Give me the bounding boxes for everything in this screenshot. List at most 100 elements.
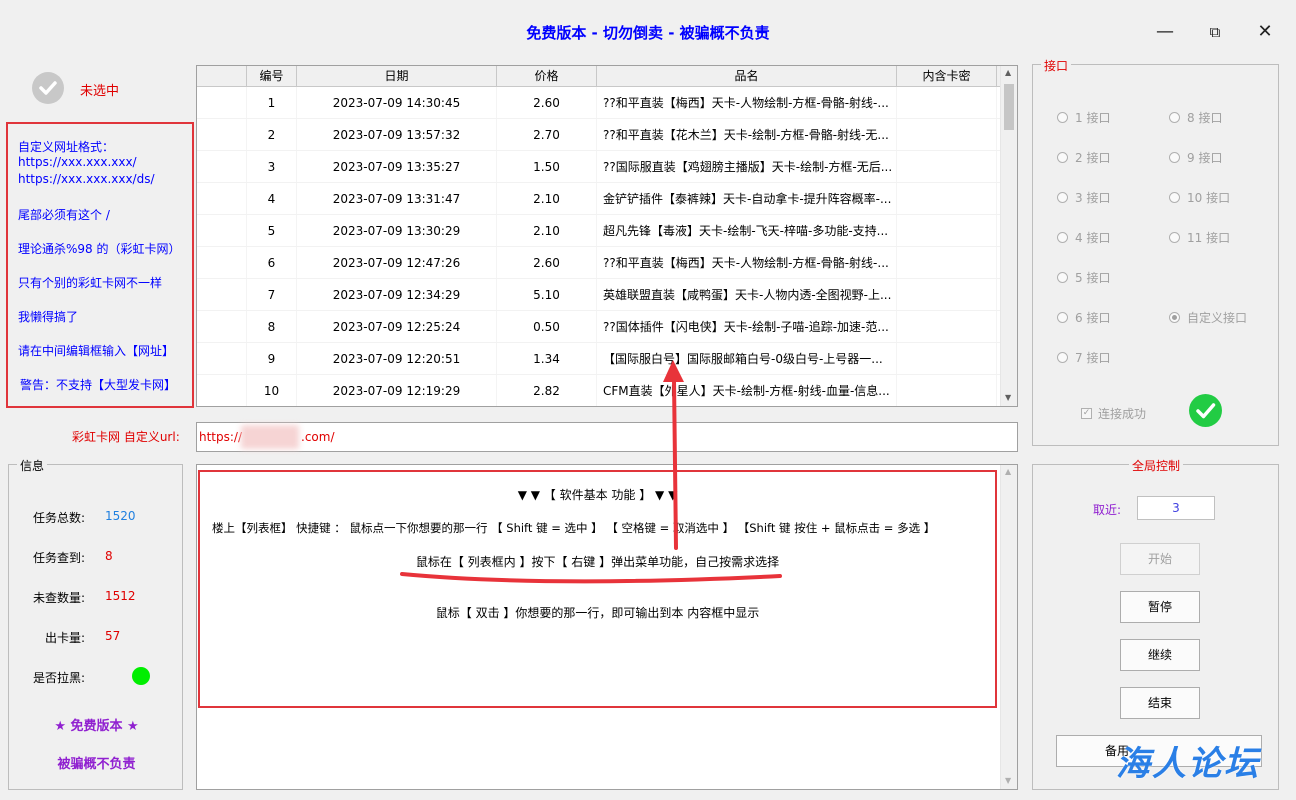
- table-row[interactable]: 2 2023-07-09 13:57:32 2.70 ??和平直装【花木兰】天卡-绘制…: [197, 119, 1017, 151]
- row-id: 3: [247, 151, 297, 182]
- row-card-secret: [897, 183, 997, 214]
- interface-radio-label: 3 接口: [1075, 191, 1111, 205]
- table-row[interactable]: 1 2023-07-09 14:30:45 2.60 ??和平直装【梅西】天卡-人物绘…: [197, 87, 1017, 119]
- table-row[interactable]: 3 2023-07-09 13:35:27 1.50 ??国际服直装【鸡翅膀主播版】天…: [197, 151, 1017, 183]
- radio-circle-icon: [1169, 112, 1180, 123]
- end-button[interactable]: 结束: [1120, 687, 1200, 719]
- row-card-secret: [897, 375, 997, 406]
- close-button[interactable]: ✕: [1250, 18, 1280, 46]
- row-blank-cell: [197, 215, 247, 246]
- column-header[interactable]: [197, 66, 247, 86]
- table-row[interactable]: 6 2023-07-09 12:47:26 2.60 ??和平直装【梅西】天卡-人物绘…: [197, 247, 1017, 279]
- notice-box: 自定义网址格式： https://xxx.xxx.xxx/ https://xx…: [6, 122, 194, 408]
- column-header-name[interactable]: 品名: [597, 66, 897, 86]
- interface-radio[interactable]: 9 接口: [1169, 149, 1222, 166]
- interface-radio-label: 6 接口: [1075, 311, 1111, 325]
- column-header-card[interactable]: 内含卡密: [897, 66, 997, 86]
- interface-radio[interactable]: 10 接口: [1169, 189, 1230, 206]
- notice-line: 尾部必须有这个 /: [18, 208, 110, 222]
- connected-label: 连接成功: [1098, 407, 1147, 421]
- connected-checkbox[interactable]: ✓ 连接成功: [1081, 405, 1146, 422]
- row-blank-cell: [197, 151, 247, 182]
- row-product-name: ??和平直装【花木兰】天卡-绘制-方框-骨骼-射线-无...: [597, 119, 897, 150]
- radio-circle-icon: [1169, 312, 1180, 323]
- interface-radio[interactable]: 6 接口: [1057, 309, 1110, 326]
- notice-line: 只有个别的彩虹卡网不一样: [18, 276, 163, 290]
- column-header-price[interactable]: 价格: [497, 66, 597, 86]
- recent-input[interactable]: 3: [1137, 496, 1215, 520]
- row-id: 7: [247, 279, 297, 310]
- row-blank-cell: [197, 279, 247, 310]
- interface-radio-label: 7 接口: [1075, 351, 1111, 365]
- notice-line: 理论通杀%98 的（彩虹卡网）: [18, 242, 181, 256]
- help-box: ▼ ▼ 【 软件基本 功能 】 ▼ ▼ 楼上【列表框】 快捷键 ： 鼠标点一下你…: [198, 470, 997, 708]
- resume-button[interactable]: 继续: [1120, 639, 1200, 671]
- free-version-label: ★ 免费版本 ★: [54, 719, 139, 734]
- pause-button[interactable]: 暂停: [1120, 591, 1200, 623]
- interface-radio-label: 自定义接口: [1187, 311, 1248, 325]
- table-row[interactable]: 10 2023-07-09 12:19:29 2.82 CFM直装【外星人】天卡-绘制…: [197, 375, 1017, 406]
- interface-radio-label: 5 接口: [1075, 271, 1111, 285]
- interface-radio[interactable]: 8 接口: [1169, 109, 1222, 126]
- row-date: 2023-07-09 12:19:29: [297, 375, 497, 406]
- interface-radio-label: 1 接口: [1075, 111, 1111, 125]
- radio-circle-icon: [1169, 192, 1180, 203]
- radio-circle-icon: [1057, 352, 1068, 363]
- interface-radio[interactable]: 5 接口: [1057, 269, 1110, 286]
- row-blank-cell: [197, 119, 247, 150]
- watermark-logo: 海人论坛: [1116, 744, 1260, 784]
- table-row[interactable]: 8 2023-07-09 12:25:24 0.50 ??国体插件【闪电侠】天卡-绘制…: [197, 311, 1017, 343]
- url-input[interactable]: https:// .com/: [196, 422, 1018, 452]
- output-scrollbar[interactable]: ▲ ▼: [1000, 465, 1017, 789]
- selection-status: 未选中: [80, 84, 120, 99]
- column-header-id[interactable]: 编号: [247, 66, 297, 86]
- row-blank-cell: [197, 343, 247, 374]
- notice-line: 警告：不支持【大型发卡网】: [20, 378, 177, 392]
- row-product-name: 超凡先锋【毒液】天卡-绘制-飞天-梓喵-多功能-支持...: [597, 215, 897, 246]
- maximize-button[interactable]: ⧉: [1200, 18, 1230, 46]
- row-blank-cell: [197, 247, 247, 278]
- minimize-button[interactable]: —: [1150, 18, 1180, 46]
- info-group-title: 信息: [17, 457, 48, 474]
- recent-label: 取近:: [1093, 503, 1122, 517]
- row-price: 2.82: [497, 375, 597, 406]
- row-product-name: CFM直装【外星人】天卡-绘制-方框-射线-血量-信息...: [597, 375, 897, 406]
- row-price: 5.10: [497, 279, 597, 310]
- start-button[interactable]: 开始: [1120, 543, 1200, 575]
- row-card-secret: [897, 215, 997, 246]
- row-product-name: 英雄联盟直装【咸鸭蛋】天卡-人物内透-全图视野-上...: [597, 279, 897, 310]
- radio-circle-icon: [1057, 232, 1068, 243]
- row-price: 2.60: [497, 247, 597, 278]
- info-group: 信息 任务总数: 1520 任务查到: 8 未查数量: 1512 出卡量: 57…: [8, 457, 183, 790]
- radio-circle-icon: [1169, 232, 1180, 243]
- row-product-name: ??国际服直装【鸡翅膀主播版】天卡-绘制-方框-无后...: [597, 151, 897, 182]
- row-price: 0.50: [497, 311, 597, 342]
- table-header: 编号 日期 价格 品名 内含卡密: [197, 66, 1017, 87]
- interface-radio[interactable]: 4 接口: [1057, 229, 1110, 246]
- notice-line: https://xxx.xxx.xxx/: [18, 155, 137, 169]
- table-row[interactable]: 4 2023-07-09 13:31:47 2.10 金铲铲插件【泰裤辣】天卡-自动拿…: [197, 183, 1017, 215]
- interface-radio[interactable]: 1 接口: [1057, 109, 1110, 126]
- order-table[interactable]: 编号 日期 价格 品名 内含卡密 1 2023-07-09 14:30:45 2.6…: [196, 65, 1018, 407]
- interface-radio[interactable]: 2 接口: [1057, 149, 1110, 166]
- column-header-date[interactable]: 日期: [297, 66, 497, 86]
- table-row[interactable]: 9 2023-07-09 12:20:51 1.34 【国际服白号】国际服邮箱白号-0…: [197, 343, 1017, 375]
- table-scrollbar[interactable]: ▲ ▼: [1000, 66, 1017, 406]
- row-card-secret: [897, 119, 997, 150]
- row-date: 2023-07-09 12:25:24: [297, 311, 497, 342]
- table-row[interactable]: 5 2023-07-09 13:30:29 2.10 超凡先锋【毒液】天卡-绘制-飞天…: [197, 215, 1017, 247]
- interface-radio[interactable]: 3 接口: [1057, 189, 1110, 206]
- interface-radio[interactable]: 自定义接口: [1169, 309, 1247, 326]
- row-id: 2: [247, 119, 297, 150]
- table-row[interactable]: 7 2023-07-09 12:34:29 5.10 英雄联盟直装【咸鸭蛋】天卡-人物…: [197, 279, 1017, 311]
- window-title: 免费版本 - 切勿倒卖 - 被骗概不负责: [526, 24, 770, 42]
- row-date: 2023-07-09 13:35:27: [297, 151, 497, 182]
- row-price: 2.60: [497, 87, 597, 118]
- interface-radio[interactable]: 11 接口: [1169, 229, 1230, 246]
- radio-circle-icon: [1057, 312, 1068, 323]
- blurred-domain: [241, 425, 299, 449]
- row-id: 10: [247, 375, 297, 406]
- radio-circle-icon: [1169, 152, 1180, 163]
- interface-radio[interactable]: 7 接口: [1057, 349, 1110, 366]
- connected-check-icon: [1189, 394, 1222, 427]
